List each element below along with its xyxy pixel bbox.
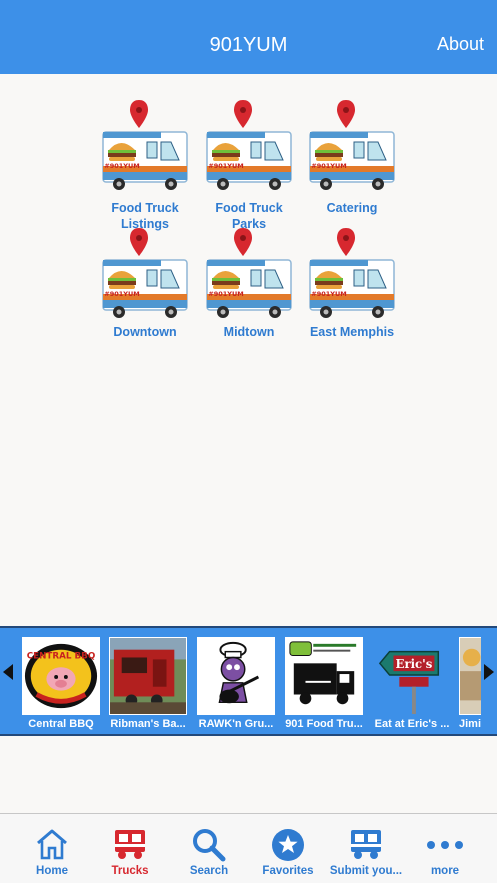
carousel-caption: Eat at Eric's ...	[374, 718, 450, 730]
menu-tile-label: Downtown	[113, 325, 177, 339]
rawkn-grub-logo	[197, 637, 275, 715]
food-truck-pin-icon: #901YUM	[309, 228, 395, 318]
jimi-truck-photo	[459, 637, 481, 715]
carousel-right-arrow-icon[interactable]	[484, 664, 494, 680]
tab-label: Trucks	[111, 865, 149, 877]
menu-tile-downtown[interactable]: #901YUM Downtown	[93, 226, 197, 340]
food-truck-pin-icon: #901YUM	[206, 228, 292, 318]
food-truck-pin-icon: #901YUM	[102, 100, 188, 190]
top-nav-bar: 901YUM About	[0, 0, 497, 74]
svg-text:#901YUM: #901YUM	[208, 290, 243, 298]
carousel-caption: 901 Food Tru...	[285, 718, 363, 730]
carousel-caption: Jimi...	[459, 718, 481, 730]
ribmans-trailer-photo	[109, 637, 187, 715]
central-bbq-logo: CENTRAL BBQ	[22, 637, 100, 715]
home-icon	[37, 829, 67, 860]
menu-tile-label: Catering	[326, 201, 378, 215]
search-icon	[193, 829, 226, 862]
svg-text:#901YUM: #901YUM	[311, 162, 346, 170]
carousel-caption: Ribman's Ba...	[110, 718, 186, 730]
carousel-item[interactable]: CENTRAL BBQ Central BBQ	[22, 637, 100, 730]
erics-grill-logo: Eric's	[373, 637, 451, 715]
svg-text:#901YUM: #901YUM	[208, 162, 243, 170]
svg-text:CENTRAL BBQ: CENTRAL BBQ	[27, 651, 96, 661]
menu-tile-east-memphis[interactable]: #901YUM East Memphis	[300, 226, 404, 340]
tab-favorites[interactable]: Favorites	[247, 814, 329, 883]
tab-label: more	[430, 865, 460, 877]
svg-text:Eric's: Eric's	[396, 657, 433, 671]
svg-text:#901YUM: #901YUM	[104, 290, 139, 298]
carousel-caption: RAWK'n Gru...	[198, 718, 274, 730]
carousel-item[interactable]: RAWK'n Gru...	[197, 637, 275, 730]
carousel-item[interactable]: Eric's Eat at Eric's ...	[373, 637, 451, 730]
carousel-caption: Central BBQ	[28, 718, 94, 730]
menu-tile-food-truck-parks[interactable]: #901YUM Food Truck Parks	[197, 98, 301, 232]
about-button[interactable]: About	[437, 34, 484, 55]
menu-tile-catering[interactable]: #901YUM Catering	[300, 98, 404, 216]
menu-tile-food-truck-listings[interactable]: #901YUM Food Truck Listings	[93, 98, 197, 232]
menu-tile-midtown[interactable]: #901YUM Midtown	[197, 226, 301, 340]
svg-text:#901YUM: #901YUM	[104, 162, 139, 170]
carousel-item[interactable]: Ribman's Ba...	[109, 637, 187, 730]
tab-label: Home	[36, 865, 68, 877]
menu-tile-label: Midtown	[223, 325, 275, 339]
app-title: 901YUM	[209, 34, 288, 56]
tab-search[interactable]: Search	[168, 814, 250, 883]
food-truck-pin-icon: #901YUM	[206, 100, 292, 190]
tab-trucks[interactable]: Trucks	[89, 814, 171, 883]
carousel-item[interactable]: 901 Food Tru...	[285, 637, 363, 730]
star-icon	[272, 829, 304, 861]
tab-more[interactable]: more	[404, 814, 486, 883]
tab-label: Search	[189, 865, 229, 877]
menu-tile-label: East Memphis	[309, 325, 395, 339]
more-icon	[427, 841, 463, 849]
carousel-item[interactable]: Jimi...	[459, 637, 481, 730]
carousel-left-arrow-icon[interactable]	[3, 664, 13, 680]
featured-trucks-carousel[interactable]: CENTRAL BBQ Central BBQ Ribman's Ba... R…	[0, 626, 497, 736]
truck-icon	[351, 830, 381, 859]
901-food-truck-logo	[285, 637, 363, 715]
food-truck-pin-icon: #901YUM	[102, 228, 188, 318]
svg-text:#901YUM: #901YUM	[311, 290, 346, 298]
tab-home[interactable]: Home	[11, 814, 93, 883]
tab-label: Favorites	[262, 865, 314, 877]
tab-label: Submit you...	[329, 865, 403, 877]
food-truck-pin-icon: #901YUM	[309, 100, 395, 190]
tab-submit[interactable]: Submit you...	[325, 814, 407, 883]
truck-icon	[115, 830, 145, 859]
bottom-tab-bar: Home Trucks Search Favorites Submit you.…	[0, 813, 497, 883]
